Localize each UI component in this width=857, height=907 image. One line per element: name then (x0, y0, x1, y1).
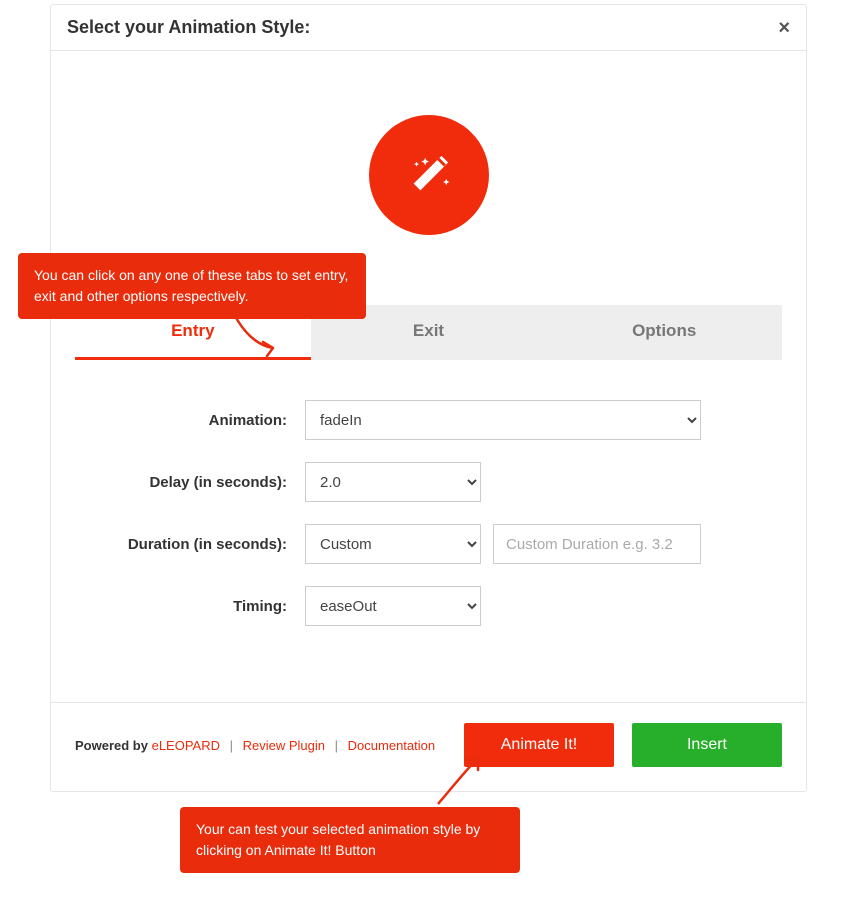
modal-title: Select your Animation Style: (67, 17, 310, 38)
tabs-tooltip: You can click on any one of these tabs t… (18, 253, 366, 319)
magic-wand-icon (406, 152, 452, 198)
documentation-link[interactable]: Documentation (348, 738, 435, 753)
animation-modal: Select your Animation Style: × Entry Exi… (50, 4, 807, 792)
insert-button[interactable]: Insert (632, 723, 782, 767)
tab-options[interactable]: Options (546, 305, 782, 360)
duration-select[interactable]: Custom (305, 524, 481, 564)
animate-tooltip: Your can test your selected animation st… (180, 807, 520, 873)
timing-select[interactable]: easeOut (305, 586, 481, 626)
animation-select[interactable]: fadeIn (305, 400, 701, 440)
modal-body: Entry Exit Options Animation: fadeIn Del… (51, 51, 806, 702)
animation-label: Animation: (75, 412, 305, 429)
delay-label: Delay (in seconds): (75, 474, 305, 491)
review-plugin-link[interactable]: Review Plugin (243, 738, 325, 753)
modal-header: Select your Animation Style: × (51, 5, 806, 51)
close-icon[interactable]: × (778, 18, 790, 38)
powered-by-label: Powered by (75, 738, 148, 753)
wand-badge (369, 115, 489, 235)
animate-it-button[interactable]: Animate It! (464, 723, 614, 767)
duration-label: Duration (in seconds): (75, 536, 305, 553)
eleopard-link[interactable]: eLEOPARD (152, 738, 220, 753)
delay-select[interactable]: 2.0 (305, 462, 481, 502)
modal-footer: Powered by eLEOPARD | Review Plugin | Do… (51, 702, 806, 791)
credits: Powered by eLEOPARD | Review Plugin | Do… (75, 738, 435, 753)
timing-label: Timing: (75, 598, 305, 615)
form: Animation: fadeIn Delay (in seconds): 2.… (75, 360, 782, 678)
custom-duration-input[interactable] (493, 524, 701, 564)
